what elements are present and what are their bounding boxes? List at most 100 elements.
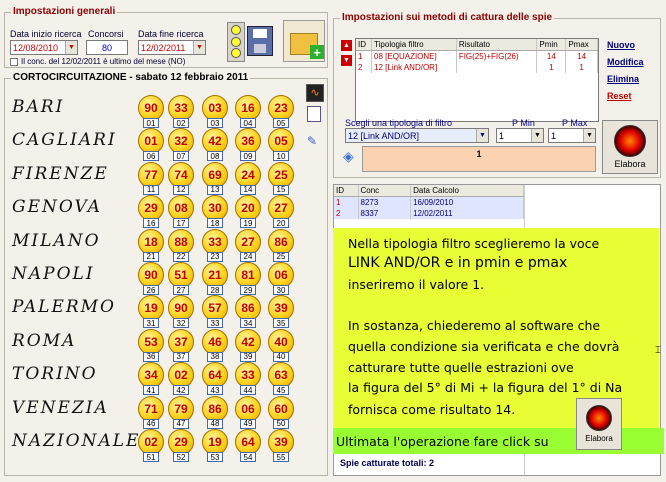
chevron-down-icon[interactable]: ▼	[583, 129, 595, 142]
waveform-icon[interactable]: ∿	[306, 84, 324, 102]
position-number: 36	[143, 351, 159, 362]
chevron-down-icon[interactable]: ▼	[476, 129, 488, 142]
position-number: 47	[173, 418, 189, 429]
position-number: 53	[207, 452, 223, 462]
col-id: ID	[356, 39, 373, 51]
position-number: 06	[143, 151, 159, 162]
cell: 1	[536, 62, 567, 73]
start-date-label: Data inizio ricerca	[10, 29, 82, 39]
pmin-select-value: 1	[499, 131, 505, 141]
add-folder-icon[interactable]: +	[283, 20, 325, 62]
position-number: 15	[273, 184, 289, 195]
cell: 8337	[358, 208, 412, 219]
tutorial-note-line: quella condizione sia verificata e che d…	[348, 339, 620, 354]
chevron-down-icon[interactable]: ▼	[531, 129, 543, 142]
reset-link[interactable]: Reset	[607, 91, 632, 101]
results-footer: Spie catturate totali: 2	[340, 458, 435, 468]
cell: 12/02/2011	[410, 208, 524, 219]
wheel-name: BARI	[12, 97, 65, 117]
table-row[interactable]: 2 8337 12/02/2011	[334, 208, 524, 219]
position-number: 42	[173, 385, 189, 396]
nuovo-link[interactable]: Nuovo	[607, 40, 635, 50]
table-row[interactable]: 1 8273 16/09/2010	[334, 196, 524, 208]
position-number: 05	[273, 118, 289, 128]
position-number: 54	[240, 452, 256, 462]
position-number: 29	[240, 285, 256, 295]
position-number: 50	[273, 418, 289, 429]
position-number: 12	[173, 184, 189, 195]
position-number: 07	[173, 151, 189, 162]
cell: 1	[356, 50, 373, 62]
table-row[interactable]: 1 08 [EQUAZIONE] FIG(25)+FIG(26) 14 14	[356, 50, 598, 62]
start-date-field[interactable]: 12/08/2010 ▼	[10, 40, 78, 55]
position-number: 09	[240, 151, 256, 162]
concorsi-field[interactable]: 80	[86, 40, 128, 55]
position-number: 55	[273, 452, 289, 462]
position-number: 04	[240, 118, 256, 128]
cell: 14	[536, 50, 567, 62]
wheel-name: NAPOLI	[12, 264, 95, 284]
general-settings-title: Impostazioni generali	[11, 6, 118, 17]
col-data: Data Calcolo	[410, 185, 524, 197]
last-of-month-checkbox[interactable]	[10, 58, 18, 66]
traffic-light-button[interactable]	[227, 22, 245, 62]
wheel-name: FIRENZE	[12, 163, 109, 184]
save-icon[interactable]	[247, 26, 273, 56]
position-number: 17	[173, 218, 189, 229]
page-icon[interactable]	[307, 106, 321, 122]
elabora-illustration-label: Elabora	[585, 434, 613, 443]
pmin-select[interactable]: 1 ▼	[496, 128, 544, 143]
position-number: 22	[173, 251, 189, 262]
diamond-icon[interactable]: ◈	[343, 148, 354, 165]
position-number: 32	[173, 318, 189, 329]
wheel-name: TORINO	[12, 364, 98, 385]
position-number: 08	[207, 151, 223, 162]
move-up-icon[interactable]: ▲	[341, 40, 352, 51]
move-down-icon[interactable]: ▼	[341, 55, 352, 66]
filter-select[interactable]: 12 [Link AND/OR] ▼	[345, 128, 489, 143]
filter-select-value: 12 [Link AND/OR]	[348, 131, 420, 141]
wheel-name: ROMA	[12, 330, 77, 351]
wheel-name: GENOVA	[12, 197, 102, 218]
wheel-name: VENEZIA	[12, 397, 109, 418]
col-tipologia: Tipologia filtro	[371, 39, 457, 51]
position-number: 31	[143, 318, 159, 329]
elabora-button[interactable]: Elabora	[602, 120, 658, 174]
tutorial-note-line: In sostanza, chiederemo al software che	[348, 318, 601, 333]
position-number: 48	[207, 418, 223, 429]
col-risultato: Risultato	[456, 39, 538, 51]
chevron-down-icon[interactable]: ▼	[193, 41, 205, 54]
last-of-month-label: Il conc. del 12/02/2011 è ultimo del mes…	[21, 57, 186, 66]
position-number: 01	[143, 118, 159, 128]
cell: 08 [EQUAZIONE]	[371, 50, 457, 62]
end-date-label: Data fine ricerca	[138, 29, 204, 39]
elimina-link[interactable]: Elimina	[607, 74, 639, 84]
concorsi-label: Concorsi	[88, 29, 124, 39]
position-number: 25	[273, 251, 289, 262]
methods-title: Impostazioni sui metodi di cattura delle…	[340, 12, 555, 23]
position-number: 28	[207, 285, 223, 295]
position-number: 49	[240, 418, 256, 429]
elabora-label: Elabora	[614, 159, 646, 169]
elabora-button-illustration[interactable]: Elabora	[576, 398, 622, 450]
concorsi-value: 80	[101, 43, 112, 53]
end-date-field[interactable]: 12/02/2011 ▼	[138, 40, 206, 55]
modifica-link[interactable]: Modifica	[607, 57, 644, 67]
position-number: 18	[207, 218, 223, 229]
edit-icon[interactable]: ✎	[307, 134, 321, 148]
position-number: 41	[143, 385, 159, 396]
position-number: 52	[173, 452, 189, 462]
cell: 8273	[358, 196, 412, 208]
position-number: 34	[240, 318, 256, 329]
position-number: 16	[143, 218, 159, 229]
position-number: 11	[143, 184, 159, 195]
pmax-select[interactable]: 1 ▼	[548, 128, 596, 143]
table-row[interactable]: 2 12 [Link AND/OR] 1 1	[356, 62, 598, 73]
wheel-name: CAGLIARI	[12, 130, 117, 151]
wheel-name: NAZIONALE	[12, 431, 141, 451]
chevron-down-icon[interactable]: ▼	[65, 41, 77, 54]
formula-field[interactable]: 1	[362, 146, 596, 172]
pmax-label: P Max	[562, 118, 588, 128]
tutorial-note-line: la figura del 5° di Mi + la figura del 1…	[348, 380, 623, 395]
start-date-value: 12/08/2010	[13, 43, 59, 53]
